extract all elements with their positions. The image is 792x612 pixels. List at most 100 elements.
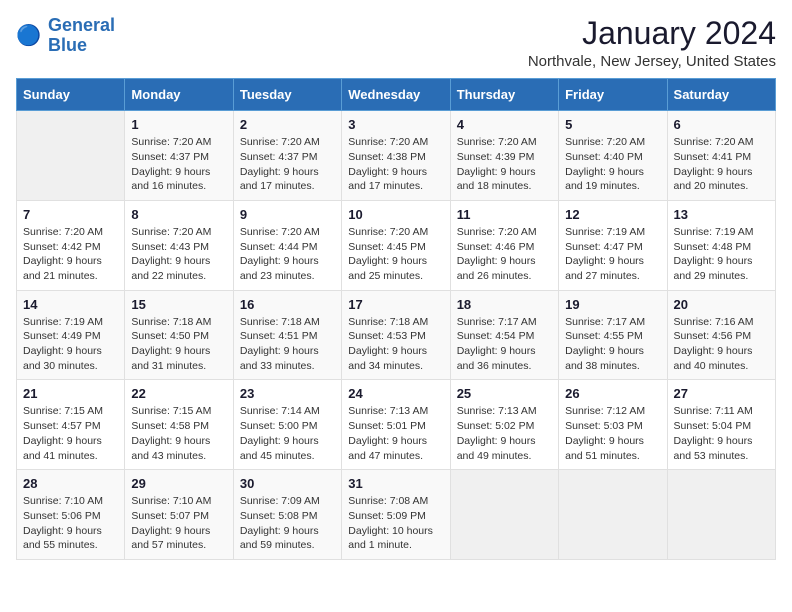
calendar-cell: 6 Sunrise: 7:20 AMSunset: 4:41 PMDaylight… xyxy=(667,111,775,201)
day-info: Sunrise: 7:20 AMSunset: 4:44 PMDaylight:… xyxy=(240,225,335,284)
calendar-cell xyxy=(667,470,775,560)
day-info: Sunrise: 7:20 AMSunset: 4:46 PMDaylight:… xyxy=(457,225,552,284)
calendar-cell: 29 Sunrise: 7:10 AMSunset: 5:07 PMDayligh… xyxy=(125,470,233,560)
day-number: 13 xyxy=(674,207,769,222)
calendar-cell: 21Sunrise: 7:15 AMSunset: 4:57 PMDayligh… xyxy=(17,380,125,470)
calendar-cell: 4 Sunrise: 7:20 AMSunset: 4:39 PMDaylight… xyxy=(450,111,558,201)
weekday-header-friday: Friday xyxy=(559,79,667,111)
day-info: Sunrise: 7:18 AMSunset: 4:53 PMDaylight:… xyxy=(348,315,443,374)
day-info: Sunrise: 7:17 AMSunset: 4:54 PMDaylight:… xyxy=(457,315,552,374)
day-info: Sunrise: 7:10 AMSunset: 5:06 PMDaylight:… xyxy=(23,494,118,553)
weekday-header-tuesday: Tuesday xyxy=(233,79,341,111)
day-number: 11 xyxy=(457,207,552,222)
day-info: Sunrise: 7:20 AMSunset: 4:39 PMDaylight:… xyxy=(457,135,552,194)
calendar-cell: 1 Sunrise: 7:20 AMSunset: 4:37 PMDaylight… xyxy=(125,111,233,201)
day-info: Sunrise: 7:10 AMSunset: 5:07 PMDaylight:… xyxy=(131,494,226,553)
calendar-cell: 16 Sunrise: 7:18 AMSunset: 4:51 PMDayligh… xyxy=(233,290,341,380)
day-info: Sunrise: 7:19 AMSunset: 4:49 PMDaylight:… xyxy=(23,315,118,374)
weekday-header-wednesday: Wednesday xyxy=(342,79,450,111)
day-number: 8 xyxy=(131,207,226,222)
page-header: 🔵 General Blue January 2024 Northvale, N… xyxy=(16,16,776,70)
svg-text:🔵: 🔵 xyxy=(16,23,41,47)
day-number: 6 xyxy=(674,117,769,132)
day-number: 26 xyxy=(565,386,660,401)
weekday-header-row: SundayMondayTuesdayWednesdayThursdayFrid… xyxy=(17,79,776,111)
day-info: Sunrise: 7:20 AMSunset: 4:42 PMDaylight:… xyxy=(23,225,118,284)
calendar-cell: 12 Sunrise: 7:19 AMSunset: 4:47 PMDayligh… xyxy=(559,200,667,290)
day-info: Sunrise: 7:20 AMSunset: 4:45 PMDaylight:… xyxy=(348,225,443,284)
day-info: Sunrise: 7:20 AMSunset: 4:40 PMDaylight:… xyxy=(565,135,660,194)
day-info: Sunrise: 7:19 AMSunset: 4:48 PMDaylight:… xyxy=(674,225,769,284)
day-number: 31 xyxy=(348,476,443,491)
day-number: 2 xyxy=(240,117,335,132)
day-number: 5 xyxy=(565,117,660,132)
day-number: 12 xyxy=(565,207,660,222)
logo-bird-icon: 🔵 xyxy=(16,22,44,50)
day-number: 14 xyxy=(23,297,118,312)
day-info: Sunrise: 7:18 AMSunset: 4:51 PMDaylight:… xyxy=(240,315,335,374)
day-info: Sunrise: 7:19 AMSunset: 4:47 PMDaylight:… xyxy=(565,225,660,284)
calendar-cell: 8 Sunrise: 7:20 AMSunset: 4:43 PMDaylight… xyxy=(125,200,233,290)
calendar-cell xyxy=(17,111,125,201)
weekday-header-saturday: Saturday xyxy=(667,79,775,111)
day-info: Sunrise: 7:20 AMSunset: 4:43 PMDaylight:… xyxy=(131,225,226,284)
day-number: 23 xyxy=(240,386,335,401)
logo: 🔵 General Blue xyxy=(16,16,115,56)
day-number: 4 xyxy=(457,117,552,132)
day-number: 20 xyxy=(674,297,769,312)
calendar-table: SundayMondayTuesdayWednesdayThursdayFrid… xyxy=(16,78,776,560)
day-info: Sunrise: 7:18 AMSunset: 4:50 PMDaylight:… xyxy=(131,315,226,374)
calendar-cell: 11 Sunrise: 7:20 AMSunset: 4:46 PMDayligh… xyxy=(450,200,558,290)
calendar-cell: 23Sunrise: 7:14 AMSunset: 5:00 PMDayligh… xyxy=(233,380,341,470)
day-number: 24 xyxy=(348,386,443,401)
day-number: 25 xyxy=(457,386,552,401)
day-number: 10 xyxy=(348,207,443,222)
day-number: 1 xyxy=(131,117,226,132)
day-info: Sunrise: 7:16 AMSunset: 4:56 PMDaylight:… xyxy=(674,315,769,374)
day-info: Sunrise: 7:13 AMSunset: 5:02 PMDaylight:… xyxy=(457,404,552,463)
day-number: 19 xyxy=(565,297,660,312)
day-info: Sunrise: 7:17 AMSunset: 4:55 PMDaylight:… xyxy=(565,315,660,374)
calendar-cell: 18Sunrise: 7:17 AMSunset: 4:54 PMDayligh… xyxy=(450,290,558,380)
month-title: January 2024 xyxy=(528,16,776,51)
day-info: Sunrise: 7:15 AMSunset: 4:58 PMDaylight:… xyxy=(131,404,226,463)
day-info: Sunrise: 7:20 AMSunset: 4:37 PMDaylight:… xyxy=(131,135,226,194)
logo-text: General Blue xyxy=(48,16,115,56)
week-row-4: 21Sunrise: 7:15 AMSunset: 4:57 PMDayligh… xyxy=(17,380,776,470)
calendar-cell: 27 Sunrise: 7:11 AMSunset: 5:04 PMDayligh… xyxy=(667,380,775,470)
day-number: 29 xyxy=(131,476,226,491)
calendar-cell xyxy=(450,470,558,560)
week-row-2: 7 Sunrise: 7:20 AMSunset: 4:42 PMDaylight… xyxy=(17,200,776,290)
calendar-cell: 7 Sunrise: 7:20 AMSunset: 4:42 PMDaylight… xyxy=(17,200,125,290)
day-number: 16 xyxy=(240,297,335,312)
day-info: Sunrise: 7:20 AMSunset: 4:38 PMDaylight:… xyxy=(348,135,443,194)
day-info: Sunrise: 7:20 AMSunset: 4:41 PMDaylight:… xyxy=(674,135,769,194)
calendar-cell xyxy=(559,470,667,560)
day-number: 21 xyxy=(23,386,118,401)
calendar-cell: 13 Sunrise: 7:19 AMSunset: 4:48 PMDayligh… xyxy=(667,200,775,290)
week-row-1: 1 Sunrise: 7:20 AMSunset: 4:37 PMDaylight… xyxy=(17,111,776,201)
weekday-header-monday: Monday xyxy=(125,79,233,111)
week-row-5: 28 Sunrise: 7:10 AMSunset: 5:06 PMDayligh… xyxy=(17,470,776,560)
day-info: Sunrise: 7:11 AMSunset: 5:04 PMDaylight:… xyxy=(674,404,769,463)
calendar-cell: 10 Sunrise: 7:20 AMSunset: 4:45 PMDayligh… xyxy=(342,200,450,290)
day-number: 17 xyxy=(348,297,443,312)
calendar-cell: 15 Sunrise: 7:18 AMSunset: 4:50 PMDayligh… xyxy=(125,290,233,380)
calendar-cell: 31Sunrise: 7:08 AMSunset: 5:09 PMDayligh… xyxy=(342,470,450,560)
day-number: 28 xyxy=(23,476,118,491)
day-number: 9 xyxy=(240,207,335,222)
day-info: Sunrise: 7:09 AMSunset: 5:08 PMDaylight:… xyxy=(240,494,335,553)
day-info: Sunrise: 7:13 AMSunset: 5:01 PMDaylight:… xyxy=(348,404,443,463)
weekday-header-sunday: Sunday xyxy=(17,79,125,111)
day-number: 7 xyxy=(23,207,118,222)
calendar-cell: 9 Sunrise: 7:20 AMSunset: 4:44 PMDaylight… xyxy=(233,200,341,290)
day-number: 22 xyxy=(131,386,226,401)
day-info: Sunrise: 7:20 AMSunset: 4:37 PMDaylight:… xyxy=(240,135,335,194)
calendar-cell: 20 Sunrise: 7:16 AMSunset: 4:56 PMDayligh… xyxy=(667,290,775,380)
calendar-cell: 17 Sunrise: 7:18 AMSunset: 4:53 PMDayligh… xyxy=(342,290,450,380)
day-info: Sunrise: 7:12 AMSunset: 5:03 PMDaylight:… xyxy=(565,404,660,463)
day-number: 27 xyxy=(674,386,769,401)
day-number: 15 xyxy=(131,297,226,312)
calendar-cell: 24 Sunrise: 7:13 AMSunset: 5:01 PMDayligh… xyxy=(342,380,450,470)
calendar-cell: 30Sunrise: 7:09 AMSunset: 5:08 PMDayligh… xyxy=(233,470,341,560)
